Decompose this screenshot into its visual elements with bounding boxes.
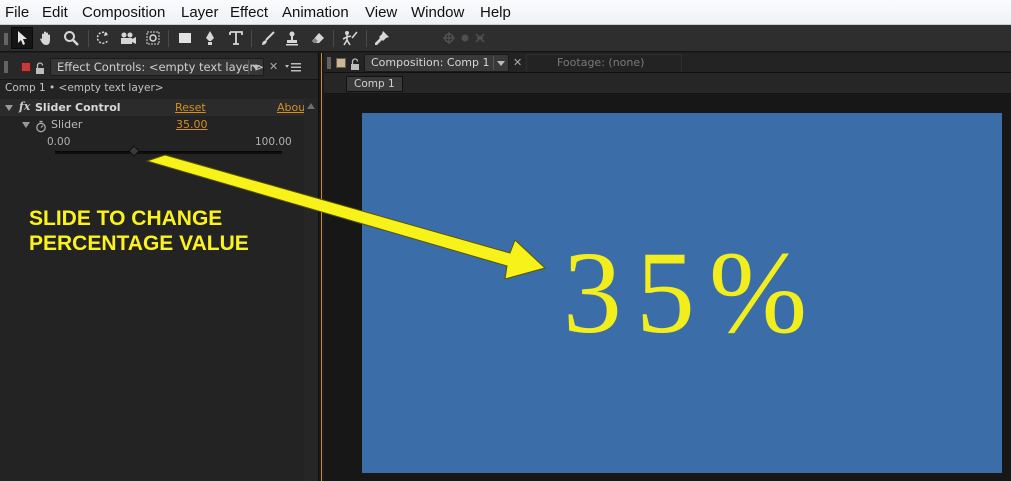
hand-tool-icon[interactable] [35, 27, 57, 49]
menu-help[interactable]: Help [480, 4, 511, 21]
composition-navigator: Comp 1 [324, 73, 1011, 94]
composition-panel: Composition: Comp 1 ✕ Footage: (none) Co… [324, 53, 1011, 481]
rotation-tool-icon[interactable] [92, 27, 114, 49]
effect-controls-scrollbar[interactable] [304, 98, 318, 481]
effect-controls-breadcrumb: Comp 1 • <empty text layer> [5, 82, 164, 94]
close-icon[interactable]: ✕ [513, 57, 522, 69]
tab-effect-controls[interactable]: Effect Controls: <empty text layer> [50, 58, 264, 76]
tools-separator [251, 30, 252, 47]
roto-brush-tool-icon[interactable] [339, 27, 361, 49]
panel-menu-icon[interactable] [284, 59, 302, 73]
panel-grip[interactable] [327, 57, 331, 69]
comp-breadcrumb-button[interactable]: Comp 1 [346, 76, 403, 92]
property-row-slider: Slider 35.00 [0, 116, 310, 133]
menu-window[interactable]: Window [411, 4, 464, 21]
menu-layer[interactable]: Layer [181, 4, 219, 21]
tools-grip[interactable] [4, 33, 8, 45]
menu-file[interactable]: File [5, 4, 29, 21]
slider-range-min: 0.00 [47, 136, 71, 148]
brush-tool-icon[interactable] [257, 27, 279, 49]
footage-tab-label: Footage: (none) [557, 56, 645, 69]
clone-stamp-tool-icon[interactable] [281, 27, 303, 49]
tools-panel [0, 25, 1011, 52]
property-name: Slider [51, 118, 83, 131]
reset-link[interactable]: Reset [175, 101, 206, 114]
slider-track[interactable] [55, 151, 282, 154]
slider-handle[interactable] [128, 145, 141, 157]
puppet-pin-tool-icon[interactable] [371, 27, 393, 49]
chevron-down-icon[interactable] [248, 60, 262, 74]
annotation-callout: SLIDE TO CHANGE PERCENTAGE VALUE [29, 206, 249, 256]
scroll-up-icon[interactable] [307, 103, 315, 109]
effect-controls-tab-strip: Effect Controls: <empty text layer> ✕ [0, 53, 318, 80]
composition-tab-label: Composition: Comp 1 [371, 56, 490, 69]
fx-icon[interactable]: fx [19, 100, 30, 113]
pan-behind-tool-icon[interactable] [142, 27, 164, 49]
menu-view[interactable]: View [365, 4, 397, 21]
tools-separator [168, 30, 169, 47]
composition-canvas[interactable]: 35% [362, 113, 1002, 473]
menu-composition[interactable]: Composition [82, 4, 165, 21]
about-link[interactable]: Abou [277, 101, 305, 114]
property-value[interactable]: 35.00 [176, 118, 208, 131]
annotation-line-2: PERCENTAGE VALUE [29, 232, 249, 255]
menu-bar: File Edit Composition Layer Effect Anima… [0, 0, 1011, 25]
chevron-down-icon[interactable] [493, 56, 507, 70]
tab-footage[interactable]: Footage: (none) [526, 54, 682, 72]
composition-tab-strip: Composition: Comp 1 ✕ Footage: (none) [324, 53, 1011, 73]
canvas-percentage-text: 35% [562, 227, 822, 358]
menu-effect[interactable]: Effect [230, 4, 268, 21]
effect-row-slider-control[interactable]: fx Slider Control Reset Abou [0, 99, 310, 116]
composition-viewer[interactable]: 35% [324, 95, 1011, 481]
menu-edit[interactable]: Edit [42, 4, 68, 21]
effect-controls-panel: Effect Controls: <empty text layer> ✕ Co… [0, 53, 318, 481]
menu-animation[interactable]: Animation [282, 4, 349, 21]
effect-controls-tab-label: Effect Controls: <empty text layer> [57, 60, 264, 74]
lock-icon[interactable] [35, 60, 45, 79]
comp-color-swatch [336, 58, 346, 68]
camera-tool-icon[interactable] [117, 27, 139, 49]
puppet-pin-disabled-icon [469, 27, 491, 49]
rectangle-tool-icon[interactable] [174, 27, 196, 49]
layer-color-swatch [21, 62, 31, 72]
slider-range-max: 100.00 [255, 136, 292, 148]
pen-tool-icon[interactable] [199, 27, 221, 49]
expand-triangle-icon[interactable] [5, 105, 13, 111]
stopwatch-icon[interactable] [35, 118, 47, 137]
effect-name: Slider Control [35, 101, 121, 114]
expand-triangle-icon[interactable] [22, 122, 30, 128]
tools-separator [333, 30, 334, 47]
close-icon[interactable]: ✕ [269, 61, 278, 73]
annotation-line-1: SLIDE TO CHANGE [29, 207, 223, 230]
zoom-tool-icon[interactable] [60, 27, 82, 49]
eraser-tool-icon[interactable] [307, 27, 329, 49]
tools-separator [88, 30, 89, 47]
type-tool-icon[interactable] [225, 27, 247, 49]
selection-tool-icon[interactable] [11, 27, 33, 49]
panel-grip[interactable] [4, 61, 8, 73]
tools-separator [366, 30, 367, 47]
tab-composition[interactable]: Composition: Comp 1 [364, 54, 509, 72]
